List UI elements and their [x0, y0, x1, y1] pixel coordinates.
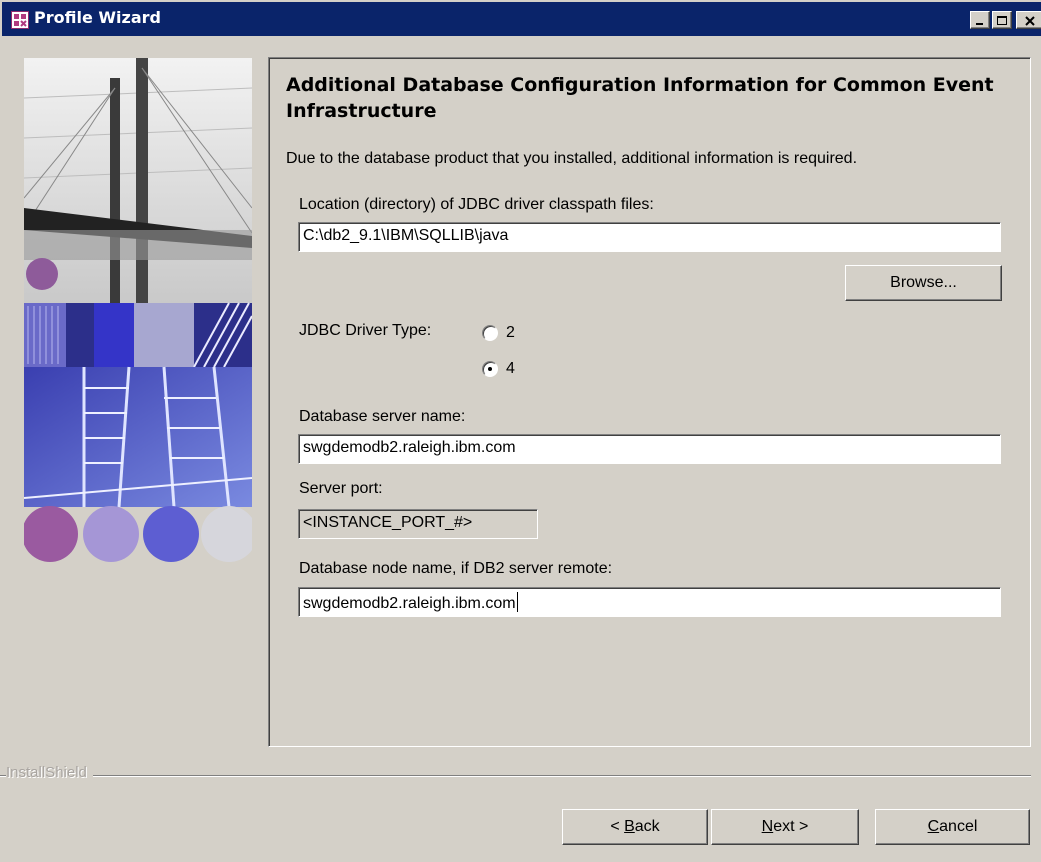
- back-accelerator: B: [624, 818, 635, 835]
- radio-selected-dot: [488, 367, 492, 371]
- back-prefix: <: [610, 818, 625, 835]
- maximize-icon: [997, 16, 1007, 25]
- server-port-input[interactable]: <INSTANCE_PORT_#>: [298, 509, 538, 539]
- content-panel: Additional Database Configuration Inform…: [268, 57, 1031, 747]
- cancel-label-rest: ancel: [939, 818, 978, 835]
- maximize-button[interactable]: [992, 11, 1012, 29]
- driver-type-option-4-label[interactable]: 4: [506, 360, 515, 378]
- node-name-value: swgdemodb2.raleigh.ibm.com: [303, 595, 516, 612]
- intro-text: Due to the database product that you ins…: [286, 150, 858, 167]
- next-label-rest: ext >: [773, 818, 809, 835]
- cancel-accelerator: C: [927, 818, 940, 835]
- driver-type-option-2-label[interactable]: 2: [506, 324, 515, 342]
- next-accelerator: N: [761, 818, 774, 835]
- driver-type-label: JDBC Driver Type:: [299, 322, 432, 339]
- jdbc-location-input[interactable]: C:\db2_9.1\IBM\SQLLIB\java: [298, 222, 1001, 252]
- node-name-input[interactable]: swgdemodb2.raleigh.ibm.com: [298, 587, 1001, 617]
- wizard-app-icon[interactable]: [11, 11, 29, 29]
- installshield-brand: InstallShield: [6, 764, 93, 781]
- title-bar[interactable]: Profile Wizard: [0, 0, 1041, 36]
- server-name-label: Database server name:: [299, 408, 466, 425]
- wizard-side-graphic: [24, 58, 252, 562]
- back-label-rest: ack: [634, 818, 660, 835]
- next-button[interactable]: Next >: [711, 809, 859, 845]
- text-caret: [516, 592, 518, 612]
- jdbc-location-label: Location (directory) of JDBC driver clas…: [299, 196, 654, 213]
- server-port-label: Server port:: [299, 480, 383, 497]
- close-icon: [1024, 16, 1035, 26]
- back-button[interactable]: < Back: [562, 809, 708, 845]
- minimize-button[interactable]: [970, 11, 990, 29]
- brand-separator: InstallShield: [0, 764, 1041, 782]
- window-title: Profile Wizard: [34, 8, 161, 27]
- minimize-icon: [976, 23, 983, 25]
- close-button[interactable]: [1016, 11, 1041, 29]
- page-heading: Additional Database Configuration Inform…: [286, 74, 994, 122]
- driver-type-radio-2[interactable]: [482, 325, 498, 341]
- driver-type-radio-4[interactable]: [482, 361, 498, 377]
- cancel-button[interactable]: Cancel: [875, 809, 1030, 845]
- separator-line: [0, 775, 1031, 777]
- node-name-label: Database node name, if DB2 server remote…: [299, 560, 613, 577]
- browse-button[interactable]: Browse...: [845, 265, 1002, 301]
- server-name-input[interactable]: swgdemodb2.raleigh.ibm.com: [298, 434, 1001, 464]
